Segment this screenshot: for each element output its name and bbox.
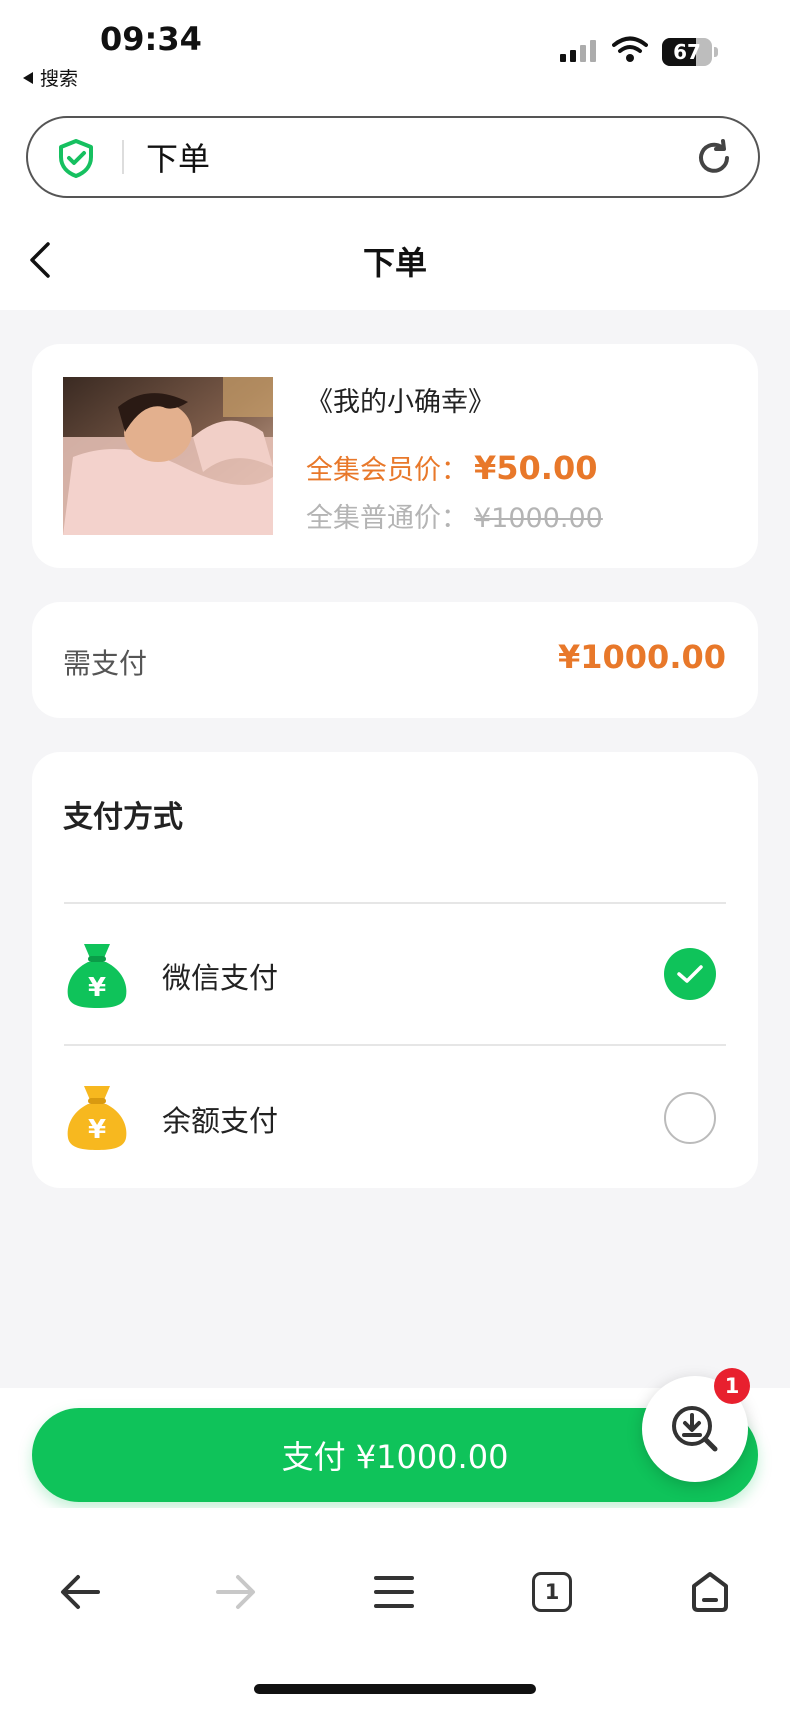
product-name: 《我的小确幸》 (306, 387, 495, 418)
menu-icon (374, 1576, 414, 1608)
back-to-app-link[interactable]: 搜索 (22, 64, 78, 91)
payment-option-label: 微信支付 (162, 961, 279, 995)
normal-price: ¥1000.00 (474, 503, 603, 534)
forward-arrow-icon (216, 1575, 255, 1609)
payment-due-amount: ¥1000.00 (557, 638, 726, 676)
toolbar-home-button[interactable] (678, 1560, 742, 1624)
toolbar-menu-button[interactable] (362, 1560, 426, 1624)
payment-option-balance[interactable] (32, 1046, 758, 1186)
security-shield-icon (59, 139, 93, 178)
home-indicator (254, 1684, 536, 1694)
home-icon (692, 1572, 728, 1612)
toolbar-back-button[interactable] (48, 1560, 112, 1624)
status-time: 09:34 (100, 20, 202, 58)
page-title: 下单 (362, 244, 427, 282)
cellular-signal-icon (560, 40, 596, 62)
address-divider (122, 140, 124, 174)
money-bag-icon: ¥ (67, 1086, 127, 1150)
product-cover-image (63, 377, 273, 535)
svg-text:¥: ¥ (88, 1115, 106, 1145)
svg-text:¥: ¥ (88, 973, 106, 1003)
wifi-icon (612, 36, 648, 62)
payment-option-wechat[interactable] (32, 904, 758, 1044)
check-icon (677, 965, 703, 983)
address-bar-title: 下单 (146, 140, 211, 178)
back-app-label: 搜索 (40, 68, 79, 90)
battery-icon: 67 (662, 38, 718, 66)
radio-checked-icon[interactable] (664, 948, 716, 1000)
download-search-icon (672, 1406, 718, 1452)
back-arrow-icon (61, 1575, 100, 1609)
normal-price-row: 全集普通价： ¥1000.00 (306, 496, 603, 535)
battery-level: 67 (673, 40, 701, 64)
back-triangle-icon (23, 71, 33, 84)
notification-badge: 1 (714, 1368, 750, 1404)
toolbar-tabs-button[interactable]: 1 (520, 1560, 584, 1624)
address-bar[interactable] (26, 116, 760, 198)
radio-unchecked-icon[interactable] (664, 1092, 716, 1144)
payment-due-label: 需支付 (63, 647, 148, 680)
toolbar-forward-button[interactable] (204, 1560, 268, 1624)
member-price-row: 全集会员价： ¥50.00 (306, 448, 597, 487)
member-price-label: 全集会员价： (306, 455, 468, 486)
normal-price-label: 全集普通价： (306, 503, 468, 534)
money-bag-icon: ¥ (67, 944, 127, 1008)
payment-methods-title: 支付方式 (63, 800, 183, 835)
tabs-icon: 1 (532, 1572, 572, 1612)
reload-icon[interactable] (694, 138, 734, 178)
payment-option-label: 余额支付 (162, 1104, 279, 1138)
member-price: ¥50.00 (474, 449, 598, 487)
